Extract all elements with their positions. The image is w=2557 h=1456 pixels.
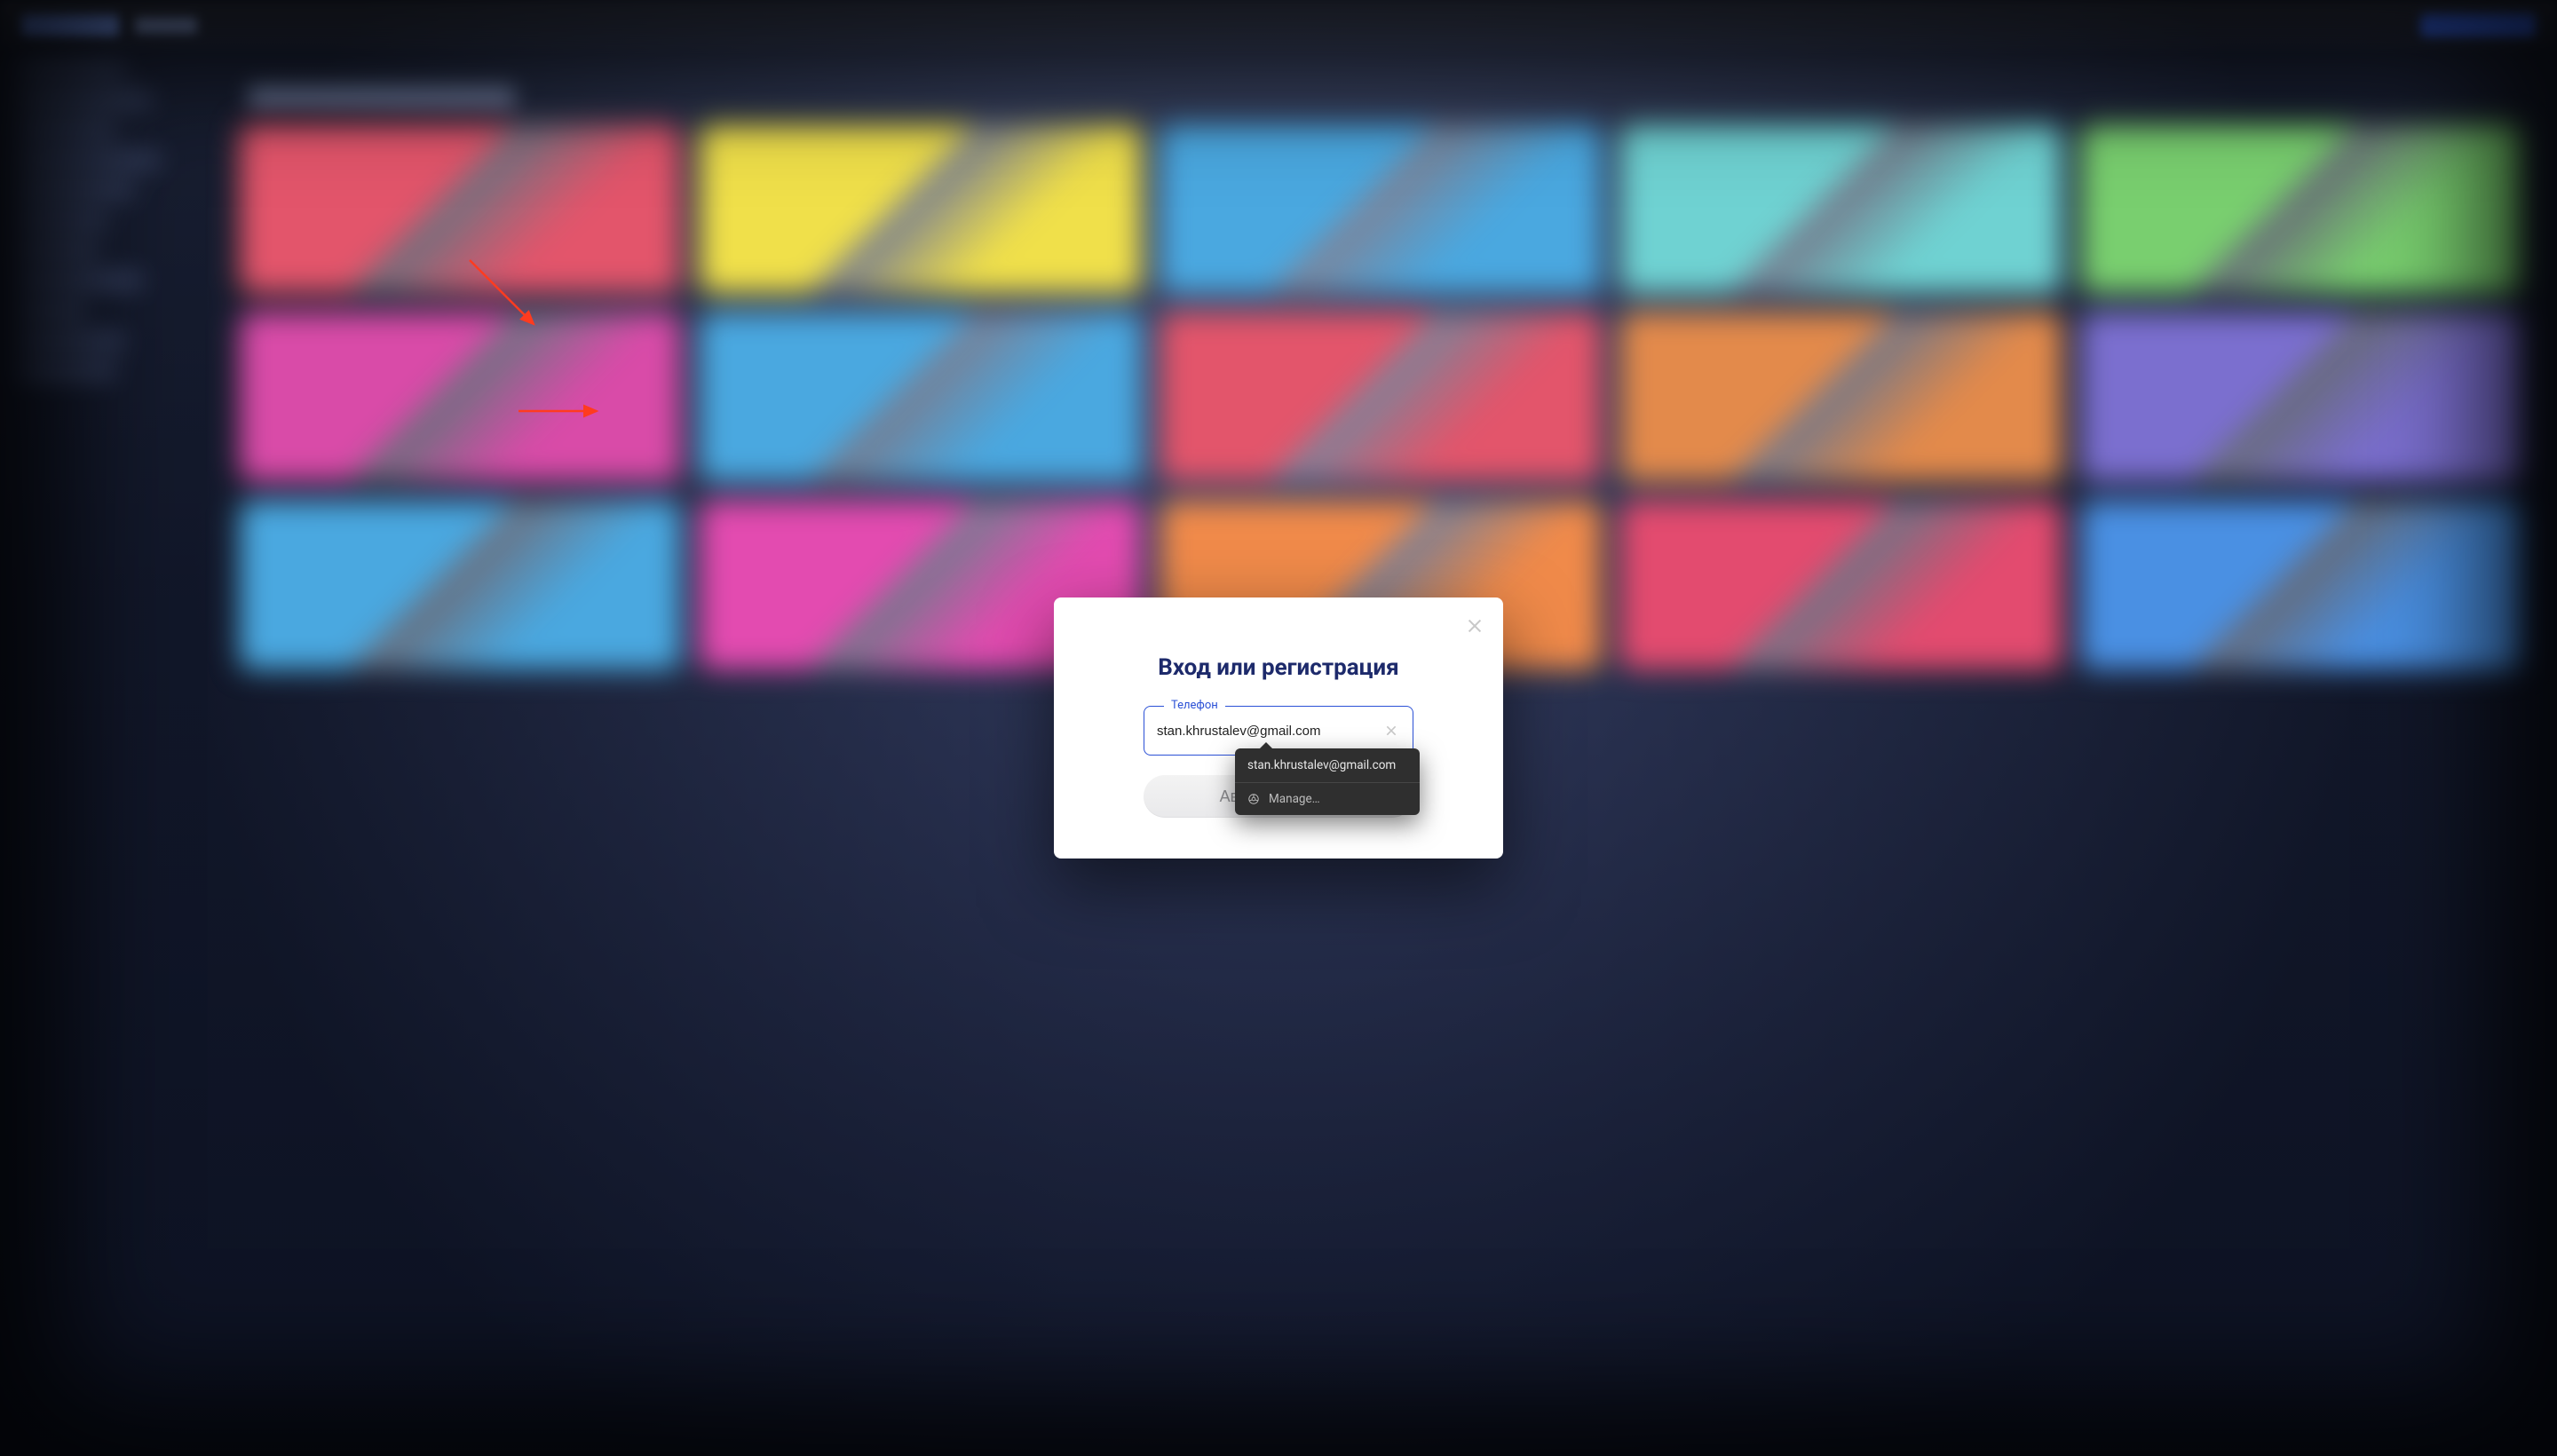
phone-field-label: Телефон [1164, 699, 1225, 712]
modal-title: Вход или регистрация [1079, 654, 1478, 681]
close-icon [1465, 616, 1484, 636]
clear-input-button[interactable] [1379, 718, 1404, 743]
chrome-icon [1247, 793, 1260, 805]
autofill-manage[interactable]: Manage… [1235, 783, 1420, 815]
phone-input[interactable] [1157, 724, 1373, 739]
modal-overlay[interactable]: Вход или регистрация Телефон Авторизоват… [0, 0, 2557, 1456]
autofill-manage-label: Manage… [1269, 792, 1320, 806]
autofill-suggestion[interactable]: stan.khrustalev@gmail.com [1235, 748, 1420, 782]
login-modal: Вход или регистрация Телефон Авторизоват… [1054, 597, 1503, 859]
close-button[interactable] [1459, 610, 1491, 642]
close-icon [1384, 724, 1398, 738]
browser-autofill-popup: stan.khrustalev@gmail.com Manage… [1235, 748, 1420, 815]
